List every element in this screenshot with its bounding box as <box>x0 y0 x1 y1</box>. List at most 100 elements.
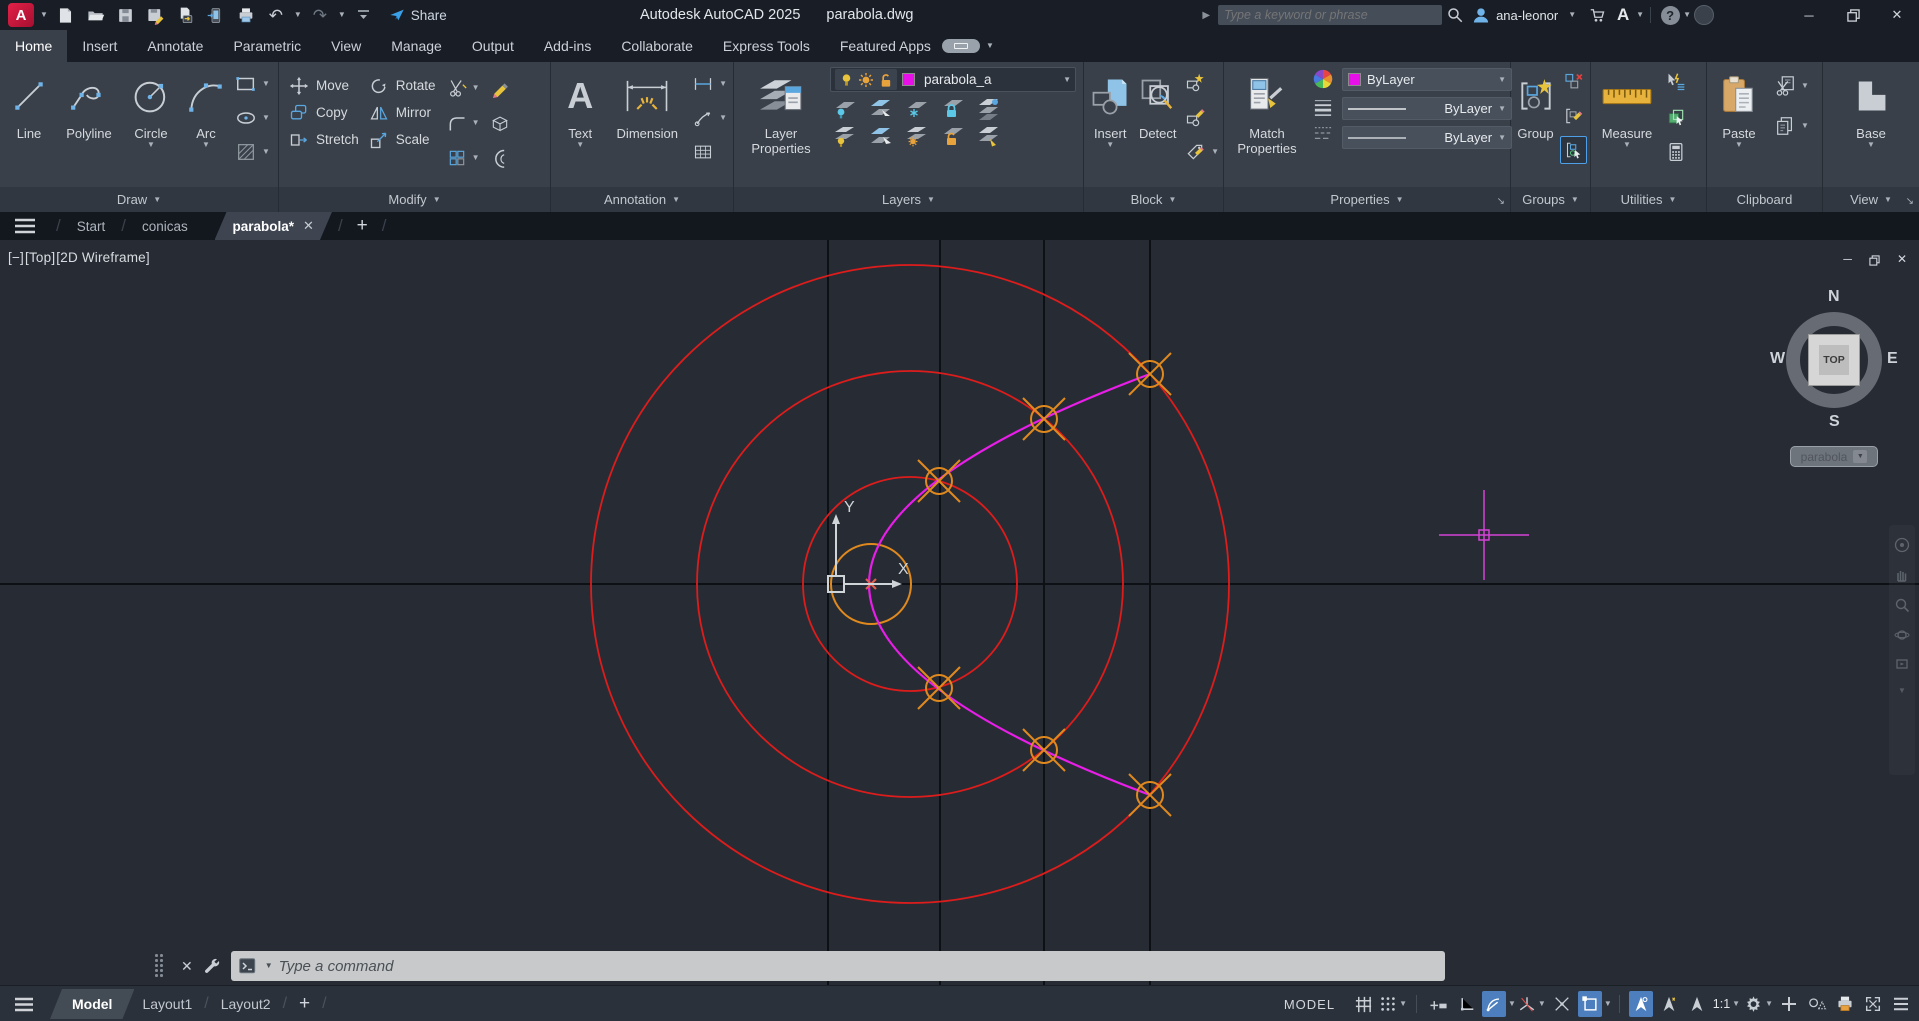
snap-toggle[interactable]: ▼ <box>1379 991 1407 1017</box>
new-file-button[interactable] <box>54 3 78 27</box>
save-button[interactable] <box>114 3 138 27</box>
quick-select-button[interactable] <box>1664 68 1688 96</box>
search-collapse-icon[interactable]: ▶ <box>1202 10 1210 21</box>
linetype-dropdown[interactable]: ByLayer ▼ <box>1342 126 1512 149</box>
open-web-mobile-button[interactable] <box>174 3 198 27</box>
ellipse-button[interactable]: ▼ <box>234 104 270 132</box>
layer-color-swatch[interactable] <box>902 73 915 86</box>
autodesk-mark-icon[interactable]: A <box>1610 2 1636 28</box>
viewcube-top-face[interactable]: TOP <box>1808 334 1860 386</box>
command-drag-handle[interactable] <box>155 954 164 978</box>
arc-caret-icon[interactable]: ▼ <box>202 141 210 149</box>
tab-insert[interactable]: Insert <box>67 30 132 62</box>
tab-parametric[interactable]: Parametric <box>218 30 316 62</box>
tab-view[interactable]: View <box>316 30 376 62</box>
search-box[interactable] <box>1218 5 1443 25</box>
feedback-button[interactable] <box>1691 2 1717 28</box>
group-selection-toggle[interactable] <box>1560 136 1587 164</box>
tab-express-tools[interactable]: Express Tools <box>708 30 825 62</box>
command-input[interactable] <box>278 957 1437 975</box>
measure-caret-icon[interactable]: ▼ <box>1623 141 1631 149</box>
file-tab-close-icon[interactable]: ✕ <box>303 218 314 234</box>
viewcube[interactable]: N W E S TOP <box>1768 286 1900 438</box>
clean-screen-button[interactable] <box>1861 991 1885 1017</box>
isolate-objects-button[interactable] <box>1805 991 1829 1017</box>
plot-button[interactable] <box>234 3 258 27</box>
command-input-field[interactable]: ▼ <box>230 951 1445 981</box>
orbit-icon[interactable] <box>1894 627 1910 643</box>
isodraft-caret-icon[interactable]: ▼ <box>1538 1000 1546 1008</box>
match-properties-button[interactable]: Match Properties <box>1230 62 1304 156</box>
layer-make-current-button[interactable] <box>976 96 1003 120</box>
zoom-icon[interactable] <box>1894 597 1910 613</box>
layer-dropdown-caret-icon[interactable]: ▼ <box>1063 75 1071 84</box>
ribbon-display-caret-icon[interactable]: ▼ <box>986 42 994 50</box>
layer-unlock-button[interactable] <box>940 124 967 148</box>
panel-label-properties[interactable]: Properties ▼ ↘ <box>1224 187 1510 212</box>
hatch-button[interactable]: ▼ <box>234 138 270 166</box>
layout-tab-layout1[interactable]: Layout1 <box>134 996 200 1012</box>
file-tab-menu-icon[interactable] <box>14 218 36 234</box>
panel-label-layers[interactable]: Layers ▼ <box>734 187 1083 212</box>
plot-status-button[interactable] <box>1833 991 1857 1017</box>
model-space-label[interactable]: MODEL <box>1284 997 1335 1012</box>
file-tab-conicas[interactable]: conicas <box>132 219 198 234</box>
cut-button[interactable]: ▼ <box>1773 72 1809 100</box>
scale-button[interactable]: Scale <box>369 126 436 153</box>
save-as-button[interactable] <box>144 3 168 27</box>
user-avatar[interactable] <box>1468 2 1494 28</box>
linear-dimension-button[interactable]: ▼ <box>691 70 727 98</box>
viewport-visual-style-control[interactable]: [2D Wireframe] <box>56 250 150 265</box>
viewcube-west[interactable]: W <box>1770 350 1785 368</box>
paste-button[interactable]: Paste ▼ <box>1713 62 1765 149</box>
navbar-caret-icon[interactable]: ▼ <box>1898 687 1906 695</box>
help-button[interactable]: ? <box>1657 2 1683 28</box>
user-name[interactable]: ana-leonor <box>1496 8 1558 23</box>
offset-button[interactable] <box>489 144 511 172</box>
panel-label-draw[interactable]: Draw ▼ <box>0 187 278 212</box>
osnap-toggle[interactable] <box>1577 991 1602 1017</box>
help-caret-icon[interactable]: ▼ <box>1683 11 1691 19</box>
tab-collaborate[interactable]: Collaborate <box>606 30 708 62</box>
layer-off-button[interactable] <box>832 96 859 120</box>
polar-caret-icon[interactable]: ▼ <box>1508 1000 1516 1008</box>
otrack-toggle[interactable] <box>1550 991 1574 1017</box>
navwheel-icon[interactable] <box>1894 537 1910 553</box>
array-caret-icon[interactable]: ▼ <box>472 154 480 162</box>
annotation-autoscale-toggle[interactable] <box>1657 991 1681 1017</box>
layer-dropdown[interactable]: parabola_a ▼ <box>830 67 1076 92</box>
edit-block-button[interactable] <box>1183 103 1219 131</box>
stretch-button[interactable]: Stretch <box>289 126 359 153</box>
customize-plus-button[interactable] <box>1777 991 1801 1017</box>
command-history-caret-icon[interactable]: ▼ <box>265 962 273 970</box>
command-customize-wrench-icon[interactable] <box>202 957 221 976</box>
text-button[interactable]: A Text ▼ <box>557 62 603 149</box>
isodraft-toggle[interactable]: ▼ <box>1518 991 1546 1017</box>
measure-button[interactable]: Measure ▼ <box>1596 62 1658 149</box>
file-tab-start[interactable]: Start <box>67 219 116 234</box>
viewport-minimize-icon[interactable]: ─ <box>1843 252 1852 266</box>
panel-label-modify[interactable]: Modify ▼ <box>279 187 550 212</box>
tab-annotate[interactable]: Annotate <box>132 30 218 62</box>
layer-lock-button[interactable] <box>940 96 967 120</box>
store-button[interactable] <box>1584 2 1610 28</box>
lineweight-dropdown[interactable]: ByLayer ▼ <box>1342 97 1512 120</box>
viewport-restore-icon[interactable] <box>1869 255 1880 266</box>
layout-menu-icon[interactable] <box>14 997 34 1012</box>
viewcube-north[interactable]: N <box>1828 288 1840 306</box>
leader-caret-icon[interactable]: ▼ <box>719 114 727 122</box>
grid-toggle[interactable] <box>1351 991 1375 1017</box>
command-close-icon[interactable]: ✕ <box>181 958 193 975</box>
panel-label-block[interactable]: Block ▼ <box>1084 187 1223 212</box>
polyline-button[interactable]: Polyline <box>59 62 119 141</box>
view-launcher-icon[interactable]: ↘ <box>1906 196 1914 207</box>
search-button[interactable] <box>1442 2 1468 28</box>
cut-caret-icon[interactable]: ▼ <box>1801 82 1809 90</box>
drawing-canvas[interactable]: YX <box>0 240 1919 985</box>
tab-add-ins[interactable]: Add-ins <box>529 30 606 62</box>
leader-button[interactable]: ▼ <box>691 104 727 132</box>
table-button[interactable] <box>691 138 727 166</box>
quick-calculator-button[interactable] <box>1664 138 1688 166</box>
mirror-button[interactable]: Mirror <box>369 99 436 126</box>
rectangle-caret-icon[interactable]: ▼ <box>262 80 270 88</box>
